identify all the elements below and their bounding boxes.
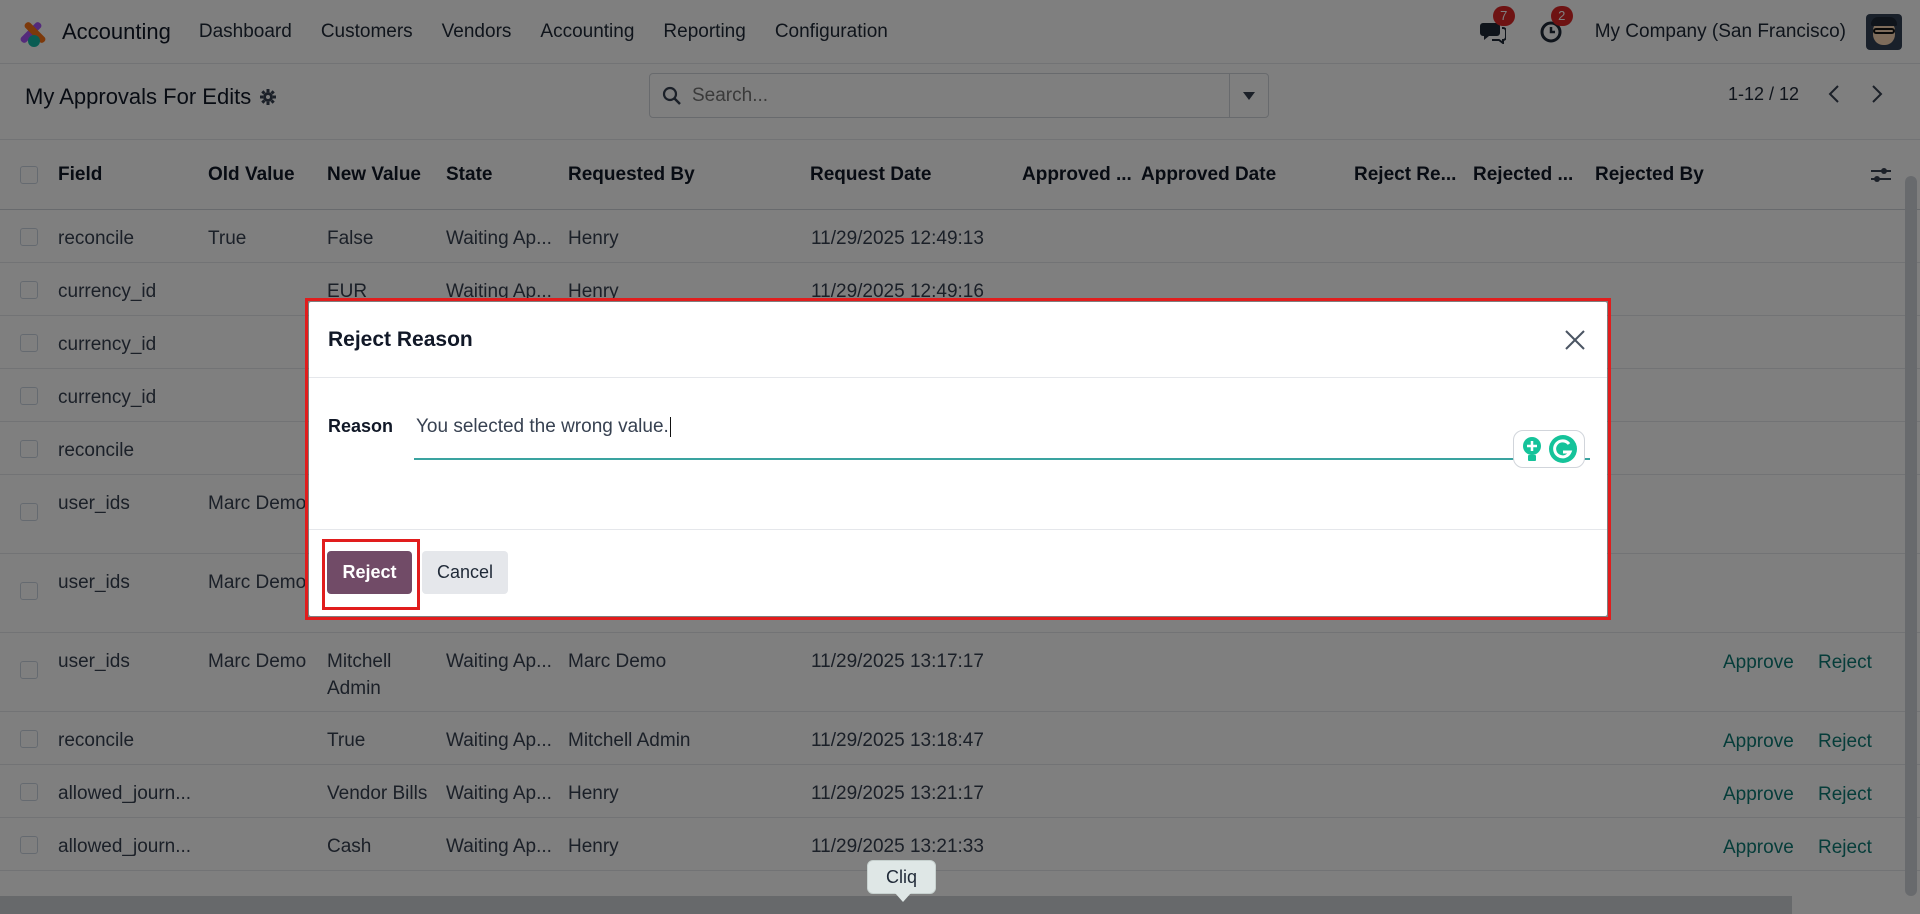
grammarly-icon (1549, 435, 1577, 463)
reject-confirm-button[interactable]: Reject (327, 551, 412, 594)
grammarly-widget[interactable] (1513, 430, 1585, 468)
dialog-footer: Reject Cancel (309, 530, 1607, 616)
cancel-button[interactable]: Cancel (422, 551, 508, 594)
close-icon[interactable] (1563, 328, 1587, 352)
lightbulb-icon (1523, 437, 1541, 461)
cliq-launcher[interactable]: Cliq (867, 860, 936, 894)
reason-label: Reason (328, 416, 394, 436)
dialog-header: Reject Reason (309, 302, 1607, 378)
reason-input[interactable]: You selected the wrong value. (414, 408, 1590, 460)
reject-reason-dialog: Reject Reason Reason You selected the wr… (309, 302, 1607, 616)
cliq-pointer (895, 893, 911, 902)
dialog-title: Reject Reason (328, 328, 473, 351)
reason-input-value: You selected the wrong value. (416, 416, 669, 437)
dialog-body: Reason You selected the wrong value. (309, 378, 1607, 530)
